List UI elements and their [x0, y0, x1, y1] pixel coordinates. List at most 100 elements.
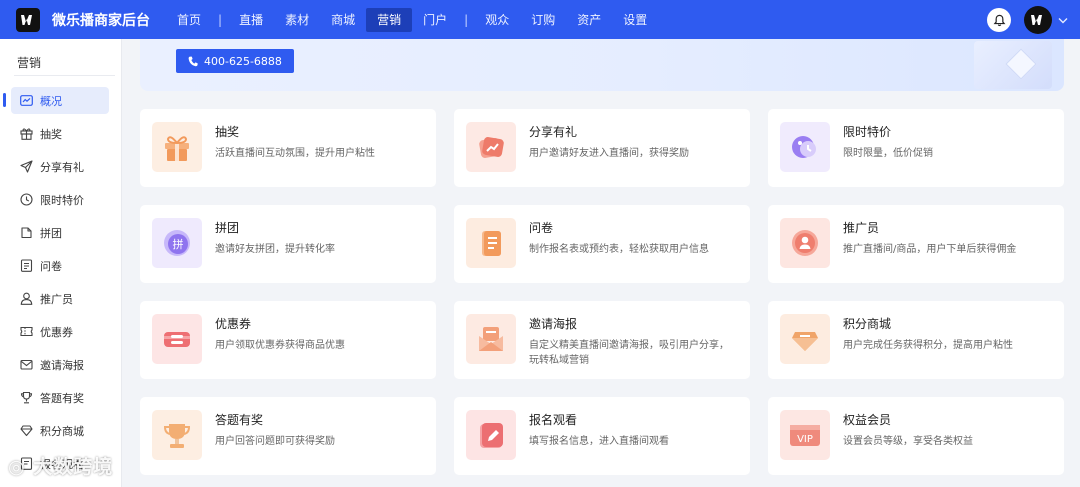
sidebar-item-invite-poster[interactable]: 邀请海报 — [11, 351, 109, 378]
mail-icon — [19, 358, 33, 372]
tool-card-description: 用户领取优惠券获得商品优惠 — [215, 340, 345, 351]
tool-card-promoter[interactable]: 推广员 推广直播间/商品，用户下单后获得佣金 — [768, 205, 1064, 283]
tool-card-membership[interactable]: VIP 权益会员 设置会员等级，享受各类权益 — [768, 397, 1064, 475]
top-navigation-bar: 微乐播商家后台 首页 | 直播 素材 商城 营销 门户 | 观众 订购 资产 设… — [0, 0, 1080, 39]
tool-card-coupon[interactable]: 优惠券 用户领取优惠券获得商品优惠 — [140, 301, 436, 379]
sidebar-item-label: 概况 — [40, 94, 62, 108]
nav-item-marketing[interactable]: 营销 — [366, 7, 413, 32]
sidebar-item-points-mall[interactable]: 积分商城 — [11, 417, 109, 444]
sidebar: 营销 概况 抽奖 分享有礼 限时特价 拼团 问卷 推广员 优惠券 邀请海报 答题… — [0, 39, 122, 487]
tool-card-title: 邀请海报 — [529, 317, 578, 331]
nav-item-materials[interactable]: 素材 — [274, 8, 320, 32]
sidebar-item-label: 问卷 — [40, 259, 62, 273]
tool-card-description: 设置会员等级，享受各类权益 — [843, 436, 973, 447]
tool-card-title: 分享有礼 — [529, 125, 578, 139]
nav-item-settings[interactable]: 设置 — [612, 8, 658, 32]
nav-item-mall[interactable]: 商城 — [320, 8, 366, 32]
chevron-down-icon[interactable] — [1058, 17, 1068, 24]
user-icon — [19, 292, 33, 306]
tool-card-description: 用户完成任务获得积分，提高用户粘性 — [843, 340, 1013, 351]
overview-icon — [19, 94, 33, 108]
tool-card-description: 邀请好友拼团，提升转化率 — [215, 244, 335, 255]
gift-icon — [19, 127, 33, 141]
sidebar-item-label: 分享有礼 — [40, 160, 84, 174]
sidebar-item-flash-sale[interactable]: 限时特价 — [11, 186, 109, 213]
ticket-icon — [152, 314, 202, 364]
sidebar-item-lottery[interactable]: 抽奖 — [11, 120, 109, 147]
coupon-icon — [19, 325, 33, 339]
tool-card-title: 限时特价 — [843, 125, 892, 139]
promoter-icon — [780, 218, 830, 268]
nav-item-audience[interactable]: 观众 — [474, 8, 520, 32]
nav-separator: | — [464, 12, 469, 27]
share-card-icon — [466, 122, 516, 172]
vip-badge: VIP — [797, 434, 813, 445]
nav-item-portal[interactable]: 门户 — [412, 8, 458, 32]
tool-card-description: 用户邀请好友进入直播间，获得奖励 — [529, 148, 689, 159]
phone-icon — [188, 56, 198, 67]
tool-card-description: 推广直播间/商品，用户下单后获得佣金 — [843, 244, 1017, 255]
sidebar-title: 营销 — [17, 56, 42, 70]
tool-card-description: 限时限量，低价促销 — [843, 148, 933, 159]
tool-card-lottery[interactable]: 抽奖 活跃直播间互动氛围，提升用户粘性 — [140, 109, 436, 187]
tool-card-points-mall[interactable]: 积分商城 用户完成任务获得积分，提高用户粘性 — [768, 301, 1064, 379]
sidebar-item-share-gift[interactable]: 分享有礼 — [11, 153, 109, 180]
marketing-tools-grid: 抽奖 活跃直播间互动氛围，提升用户粘性 分享有礼 用户邀请好友进入直播间，获得奖… — [140, 109, 1064, 475]
envelope-icon — [466, 314, 516, 364]
tool-card-title: 拼团 — [215, 221, 240, 235]
sidebar-item-promoter[interactable]: 推广员 — [11, 285, 109, 312]
tool-card-title: 抽奖 — [215, 125, 240, 139]
user-avatar[interactable] — [1024, 6, 1052, 34]
sidebar-item-label: 优惠券 — [40, 325, 73, 339]
main-nav: 首页 | 直播 素材 商城 营销 门户 | 观众 订购 资产 设置 — [166, 0, 658, 39]
hotline-number: 400-625-6888 — [204, 54, 282, 68]
app-logo[interactable] — [16, 7, 40, 32]
sidebar-item-label: 答题有奖 — [40, 391, 84, 405]
tool-card-title: 权益会员 — [843, 413, 892, 427]
sidebar-item-label: 积分商城 — [40, 424, 84, 438]
tool-card-description: 填写报名信息，进入直播间观看 — [529, 436, 669, 447]
sidebar-item-group-buy[interactable]: 拼团 — [11, 219, 109, 246]
nav-item-home[interactable]: 首页 — [166, 8, 212, 32]
hotline-button[interactable]: 400-625-6888 — [176, 49, 294, 73]
sidebar-item-overview[interactable]: 概况 — [3, 87, 109, 114]
nav-item-live[interactable]: 直播 — [228, 8, 274, 32]
nav-item-subscription[interactable]: 订购 — [520, 8, 566, 32]
watermark-logo-icon: ◎ — [8, 456, 26, 478]
tool-card-title: 推广员 — [843, 221, 880, 235]
tool-card-group-buy[interactable]: 拼 拼团 邀请好友拼团，提升转化率 — [140, 205, 436, 283]
notification-bell-icon[interactable] — [987, 8, 1011, 32]
sidebar-item-label: 限时特价 — [40, 193, 84, 207]
nav-separator: | — [218, 12, 223, 27]
gem-icon — [780, 314, 830, 364]
tool-card-title: 报名观看 — [529, 413, 578, 427]
vip-card-icon: VIP — [780, 410, 830, 460]
nav-item-assets[interactable]: 资产 — [566, 8, 612, 32]
tool-card-description: 活跃直播间互动氛围，提升用户粘性 — [215, 148, 375, 159]
tool-card-invite-poster[interactable]: 邀请海报 自定义精美直播间邀请海报，吸引用户分享，玩转私域营销 — [454, 301, 750, 379]
sidebar-item-coupon[interactable]: 优惠券 — [11, 318, 109, 345]
tool-card-share-gift[interactable]: 分享有礼 用户邀请好友进入直播间，获得奖励 — [454, 109, 750, 187]
sidebar-divider — [14, 75, 115, 76]
svg-text:拼: 拼 — [173, 237, 184, 251]
watermark: ◎ 大数跨境 — [8, 452, 113, 479]
pin-badge-icon: 拼 — [152, 218, 202, 268]
tool-card-title: 问卷 — [529, 221, 554, 235]
tool-card-survey[interactable]: 问卷 制作报名表或预约表，轻松获取用户信息 — [454, 205, 750, 283]
contact-banner: 400-625-6888 — [140, 39, 1064, 91]
group-icon — [19, 226, 33, 240]
watermark-text: 大数跨境 — [33, 456, 114, 478]
sidebar-item-label: 抽奖 — [40, 127, 62, 141]
notebook-icon — [466, 218, 516, 268]
tool-card-signup-watch[interactable]: 报名观看 填写报名信息，进入直播间观看 — [454, 397, 750, 475]
tool-card-title: 积分商城 — [843, 317, 892, 331]
sidebar-item-quiz-prize[interactable]: 答题有奖 — [11, 384, 109, 411]
tool-card-description: 制作报名表或预约表，轻松获取用户信息 — [529, 244, 709, 255]
tool-card-quiz-prize[interactable]: 答题有奖 用户回答问题即可获得奖励 — [140, 397, 436, 475]
tool-card-flash-sale[interactable]: 限时特价 限时限量，低价促销 — [768, 109, 1064, 187]
sidebar-item-survey[interactable]: 问卷 — [11, 252, 109, 279]
tool-card-title: 答题有奖 — [215, 413, 264, 427]
cup-icon — [152, 410, 202, 460]
moon-clock-icon — [780, 122, 830, 172]
tool-card-description: 自定义精美直播间邀请海报，吸引用户分享，玩转私域营销 — [529, 340, 729, 366]
